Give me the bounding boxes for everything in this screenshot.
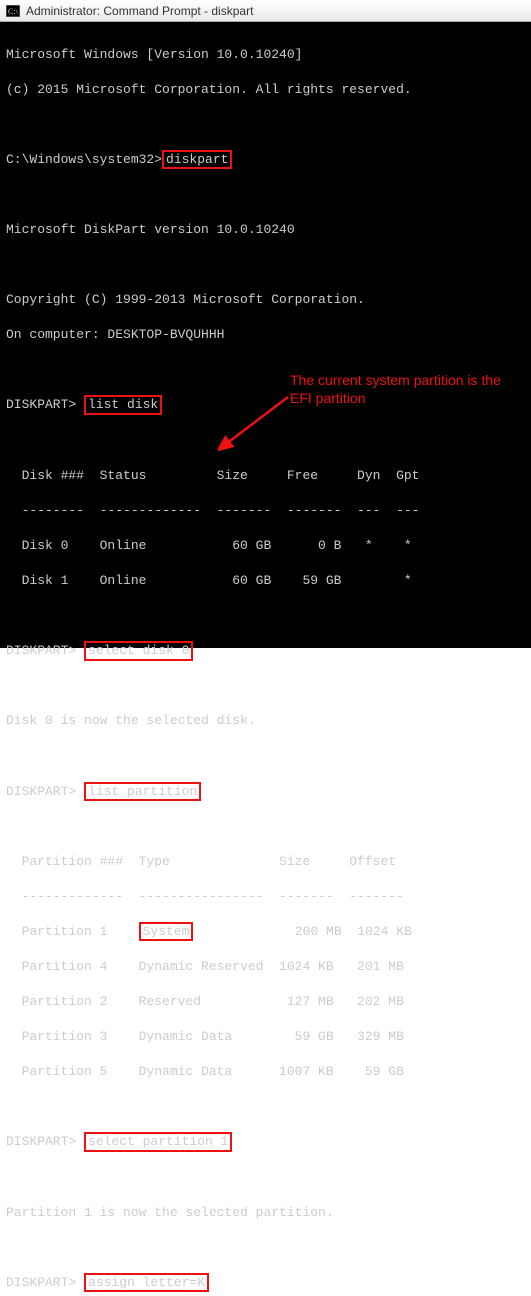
annotation-text: The current system partition is the EFI …: [290, 372, 520, 407]
prompt-dp: DISKPART>: [6, 1275, 84, 1290]
disk-row-0: Disk 0 Online 60 GB 0 B * *: [6, 537, 525, 555]
part-row-1: Partition 1 System 200 MB 1024 KB: [6, 923, 525, 941]
part-row-3: Partition 3 Dynamic Data 59 GB 329 MB: [6, 1028, 525, 1046]
select-part-msg: Partition 1 is now the selected partitio…: [6, 1204, 525, 1222]
annotation-arrow-icon: [218, 392, 293, 452]
prompt-dp: DISKPART>: [6, 643, 84, 658]
disk-table-header: Disk ### Status Size Free Dyn Gpt: [6, 467, 525, 485]
line-ms-version: Microsoft Windows [Version 10.0.10240]: [6, 46, 525, 64]
disk-table-divider: -------- ------------- ------- ------- -…: [6, 502, 525, 520]
line-dp-version: Microsoft DiskPart version 10.0.10240: [6, 221, 525, 239]
window-titlebar: C:\ Administrator: Command Prompt - disk…: [0, 0, 531, 22]
cmd-select-disk: select disk 0: [84, 641, 193, 661]
select-disk-msg: Disk 0 is now the selected disk.: [6, 712, 525, 730]
cmd-assign-letter: assign letter=K: [84, 1273, 209, 1293]
line-on-computer: On computer: DESKTOP-BVQUHHH: [6, 326, 525, 344]
cmd-list-partition: list partition: [84, 782, 201, 802]
part-table-header: Partition ### Type Size Offset: [6, 853, 525, 871]
terminal-output: Microsoft Windows [Version 10.0.10240] (…: [0, 22, 531, 648]
part-type-system: System: [139, 922, 194, 942]
cmd-select-partition: select partition 1: [84, 1132, 232, 1152]
part-row-2: Partition 2 Reserved 127 MB 202 MB: [6, 993, 525, 1011]
part-table-divider: ------------- ---------------- ------- -…: [6, 888, 525, 906]
prompt-sys: C:\Windows\system32>: [6, 152, 162, 167]
cmd-icon: C:\: [6, 5, 20, 17]
prompt-dp: DISKPART>: [6, 784, 84, 799]
disk-row-1: Disk 1 Online 60 GB 59 GB *: [6, 572, 525, 590]
part-row-4: Partition 4 Dynamic Reserved 1024 KB 201…: [6, 958, 525, 976]
prompt-dp: DISKPART>: [6, 397, 84, 412]
line-copyright: (c) 2015 Microsoft Corporation. All righ…: [6, 81, 525, 99]
cmd-list-disk: list disk: [84, 395, 162, 415]
cmd-diskpart: diskpart: [162, 150, 232, 170]
window-title: Administrator: Command Prompt - diskpart: [26, 4, 253, 18]
part-row-5: Partition 5 Dynamic Data 1007 KB 59 GB: [6, 1063, 525, 1081]
prompt-dp: DISKPART>: [6, 1134, 84, 1149]
line-dp-copyright: Copyright (C) 1999-2013 Microsoft Corpor…: [6, 291, 525, 309]
svg-text:C:\: C:\: [8, 7, 19, 16]
